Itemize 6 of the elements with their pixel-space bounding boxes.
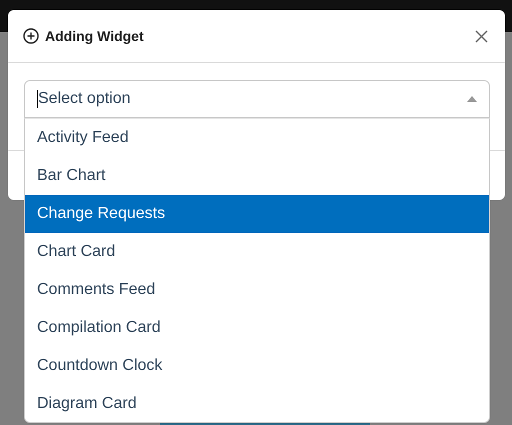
dropdown-option[interactable]: Change Requests: [25, 195, 489, 233]
caret-icon: [467, 96, 477, 102]
dialog-title: Adding Widget: [45, 26, 144, 46]
plus-circle-icon: [23, 28, 39, 44]
select-field[interactable]: Select option: [24, 80, 490, 118]
close-icon[interactable]: [475, 30, 488, 42]
